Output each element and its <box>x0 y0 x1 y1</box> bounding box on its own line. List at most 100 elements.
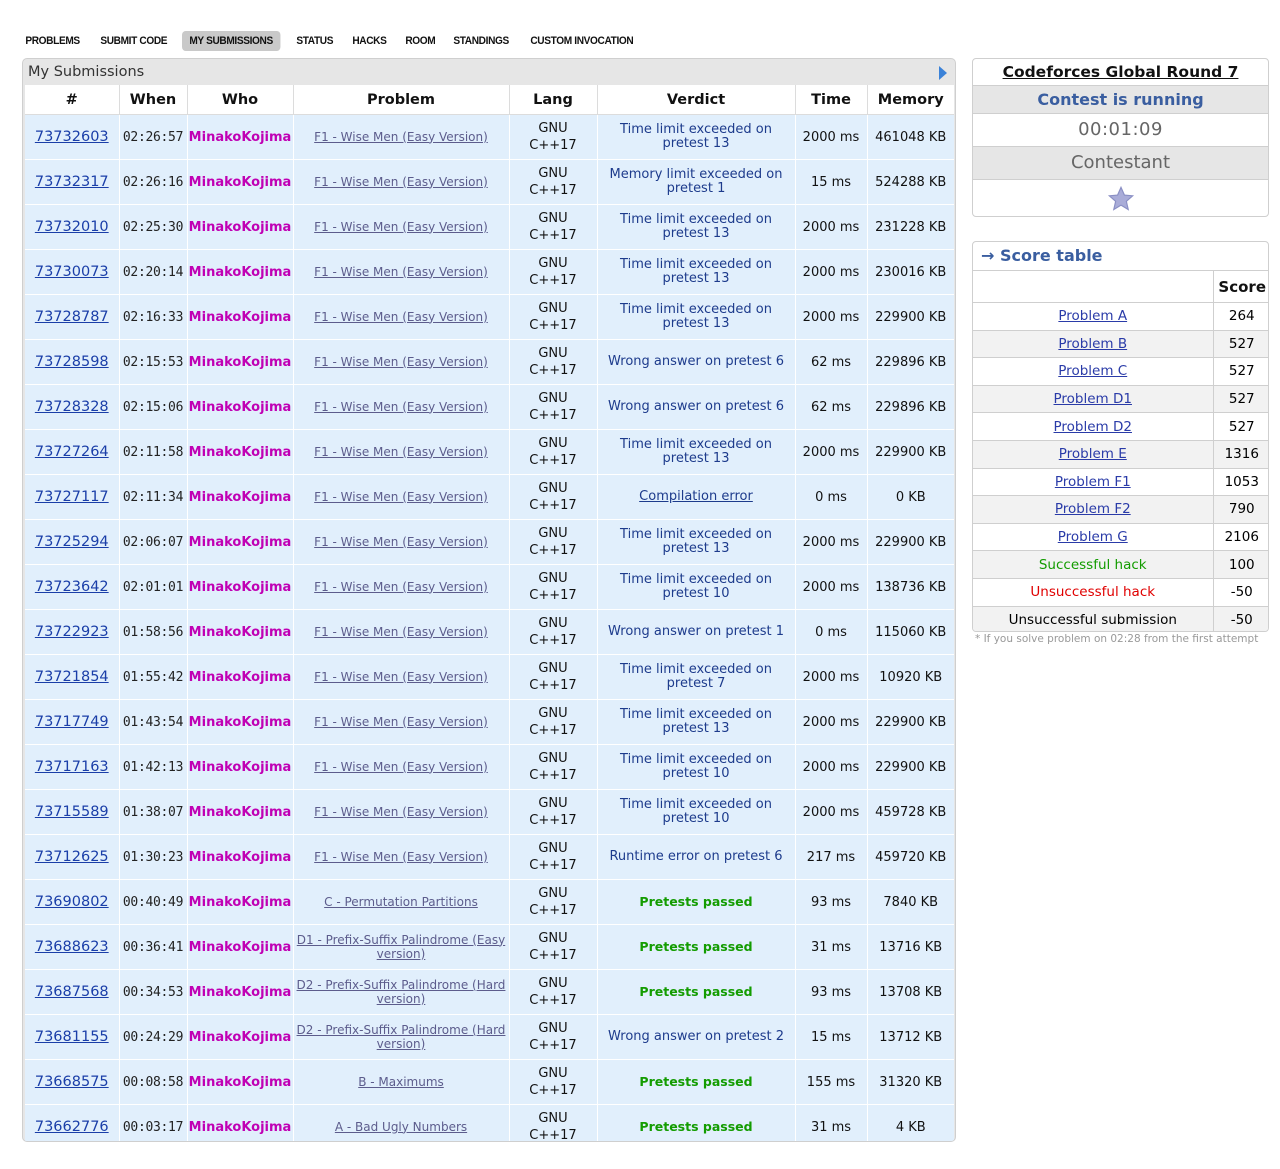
problem-link[interactable]: F1 - Wise Men (Easy Version) <box>314 265 488 279</box>
author-handle[interactable]: MinakoKojima <box>186 924 293 970</box>
problem-link[interactable]: C - Permutation Partitions <box>324 895 478 909</box>
contest-name-link[interactable]: Codeforces Global Round 7 <box>973 59 1268 86</box>
problem-link[interactable]: F1 - Wise Men (Easy Version) <box>314 355 488 369</box>
problem-link[interactable]: F1 - Wise Men (Easy Version) <box>314 625 488 639</box>
author-handle[interactable]: MinakoKojima <box>186 654 293 700</box>
verdict-link[interactable]: Compilation error <box>639 489 753 504</box>
submission-id-link[interactable]: 73732603 <box>35 129 109 145</box>
menu-item-hacks[interactable]: Hacks <box>345 31 394 51</box>
author-handle[interactable]: MinakoKojima <box>186 1014 293 1060</box>
problem-score-link[interactable]: Problem C <box>1058 363 1127 379</box>
problem-link[interactable]: F1 - Wise Men (Easy Version) <box>314 175 488 189</box>
menu-item-standings[interactable]: Standings <box>446 31 516 51</box>
menu-item-custom-invocation[interactable]: Custom Invocation <box>523 31 641 51</box>
problem-cell: F1 - Wise Men (Easy Version) <box>292 564 509 610</box>
submission-id-link[interactable]: 73687568 <box>35 984 109 1000</box>
author-handle[interactable]: MinakoKojima <box>186 519 293 565</box>
problem-link[interactable]: F1 - Wise Men (Easy Version) <box>314 715 488 729</box>
submission-id-link[interactable]: 73690802 <box>35 894 109 910</box>
author-handle[interactable]: MinakoKojima <box>186 789 293 835</box>
submission-id-link[interactable]: 73662776 <box>35 1119 109 1135</box>
submission-id-link[interactable]: 73668575 <box>35 1074 109 1090</box>
author-handle[interactable]: MinakoKojima <box>186 834 293 880</box>
problem-link[interactable]: F1 - Wise Men (Easy Version) <box>314 760 488 774</box>
author-handle[interactable]: MinakoKojima <box>186 114 293 160</box>
submission-id-link[interactable]: 73727264 <box>35 444 109 460</box>
author-handle[interactable]: MinakoKojima <box>186 384 293 430</box>
author-handle[interactable]: MinakoKojima <box>186 1104 293 1141</box>
submission-id-link[interactable]: 73728787 <box>35 309 109 325</box>
problem-link[interactable]: F1 - Wise Men (Easy Version) <box>314 850 488 864</box>
problem-score-link[interactable]: Problem B <box>1058 336 1127 352</box>
author-handle[interactable]: MinakoKojima <box>186 159 293 205</box>
author-handle[interactable]: MinakoKojima <box>186 429 293 475</box>
author-handle[interactable]: MinakoKojima <box>186 1059 293 1105</box>
submission-id-link[interactable]: 73681155 <box>35 1029 109 1045</box>
problem-score-link[interactable]: Problem G <box>1058 529 1128 545</box>
author-handle[interactable]: MinakoKojima <box>186 249 293 295</box>
submission-id-link[interactable]: 73732010 <box>35 219 109 235</box>
menu-item-status[interactable]: Status <box>289 31 340 51</box>
problem-link[interactable]: F1 - Wise Men (Easy Version) <box>314 445 488 459</box>
problem-link[interactable]: F1 - Wise Men (Easy Version) <box>314 130 488 144</box>
star-icon[interactable] <box>1107 185 1135 213</box>
problem-link[interactable]: B - Maximums <box>358 1075 444 1089</box>
submission-id-link[interactable]: 73728598 <box>35 354 109 370</box>
author-handle[interactable]: MinakoKojima <box>186 474 293 520</box>
problem-link[interactable]: D2 - Prefix-Suffix Palindrome (Hard vers… <box>294 978 509 1006</box>
problem-link[interactable]: F1 - Wise Men (Easy Version) <box>314 220 488 234</box>
submission-id-link[interactable]: 73688623 <box>35 939 109 955</box>
submission-time: 02:15:06 <box>118 384 187 430</box>
language-name: GNU <box>538 301 568 316</box>
problem-score-link[interactable]: Problem A <box>1058 308 1127 324</box>
menu-item-submit-code[interactable]: Submit Code <box>93 31 175 51</box>
problem-score-link[interactable]: Problem D2 <box>1054 419 1132 435</box>
submission-id-link[interactable]: 73712625 <box>35 849 109 865</box>
submission-id-link[interactable]: 73725294 <box>35 534 109 550</box>
problem-link[interactable]: D2 - Prefix-Suffix Palindrome (Hard vers… <box>294 1023 509 1051</box>
submission-id-link[interactable]: 73727117 <box>35 489 109 505</box>
problem-score-link[interactable]: Problem F2 <box>1055 501 1131 517</box>
author-handle[interactable]: MinakoKojima <box>186 204 293 250</box>
problem-score-link[interactable]: Problem D1 <box>1054 391 1132 407</box>
submission-id-link[interactable]: 73721854 <box>35 669 109 685</box>
problem-link[interactable]: F1 - Wise Men (Easy Version) <box>314 670 488 684</box>
score-table-title[interactable]: → Score table <box>973 242 1268 271</box>
problem-link[interactable]: F1 - Wise Men (Easy Version) <box>314 580 488 594</box>
problem-link[interactable]: F1 - Wise Men (Easy Version) <box>314 400 488 414</box>
menu-item-room[interactable]: Room <box>398 31 443 51</box>
submission-id-link[interactable]: 73715589 <box>35 804 109 820</box>
author-handle[interactable]: MinakoKojima <box>186 969 293 1015</box>
author-handle[interactable]: MinakoKojima <box>186 699 293 745</box>
problem-link[interactable]: F1 - Wise Men (Easy Version) <box>314 805 488 819</box>
author-handle[interactable]: MinakoKojima <box>186 609 293 655</box>
author-handle[interactable]: MinakoKojima <box>186 879 293 925</box>
memory-usage: 13708 KB <box>866 969 954 1015</box>
author-handle[interactable]: MinakoKojima <box>186 744 293 790</box>
problem-score-link[interactable]: Problem F1 <box>1055 474 1131 490</box>
submission-id-link[interactable]: 73717163 <box>35 759 109 775</box>
submission-id-link[interactable]: 73717749 <box>35 714 109 730</box>
author-handle[interactable]: MinakoKojima <box>186 294 293 340</box>
submission-id-link[interactable]: 73728328 <box>35 399 109 415</box>
collapse-arrow-icon[interactable] <box>939 66 947 80</box>
submission-time: 02:26:57 <box>118 114 187 160</box>
verdict-text: Time limit exceeded on pretest 13 <box>620 122 772 151</box>
submission-id-link[interactable]: 73732317 <box>35 174 109 190</box>
problem-link[interactable]: F1 - Wise Men (Easy Version) <box>314 535 488 549</box>
problem-link[interactable]: D1 - Prefix-Suffix Palindrome (Easy vers… <box>294 933 509 961</box>
author-handle[interactable]: MinakoKojima <box>186 339 293 385</box>
problem-link[interactable]: A - Bad Ugly Numbers <box>335 1120 467 1134</box>
verdict-cell: Pretests passed <box>596 1104 795 1141</box>
submission-id-link[interactable]: 73722923 <box>35 624 109 640</box>
submission-id-link[interactable]: 73730073 <box>35 264 109 280</box>
menu-item-problems[interactable]: Problems <box>18 31 87 51</box>
problem-link[interactable]: F1 - Wise Men (Easy Version) <box>314 490 488 504</box>
submission-time: 02:26:16 <box>118 159 187 205</box>
submission-id-link[interactable]: 73723642 <box>35 579 109 595</box>
run-time: 2000 ms <box>794 519 867 565</box>
author-handle[interactable]: MinakoKojima <box>186 564 293 610</box>
problem-link[interactable]: F1 - Wise Men (Easy Version) <box>314 310 488 324</box>
problem-score-link[interactable]: Problem E <box>1059 446 1127 462</box>
menu-item-my-submissions[interactable]: My Submissions <box>181 31 280 51</box>
